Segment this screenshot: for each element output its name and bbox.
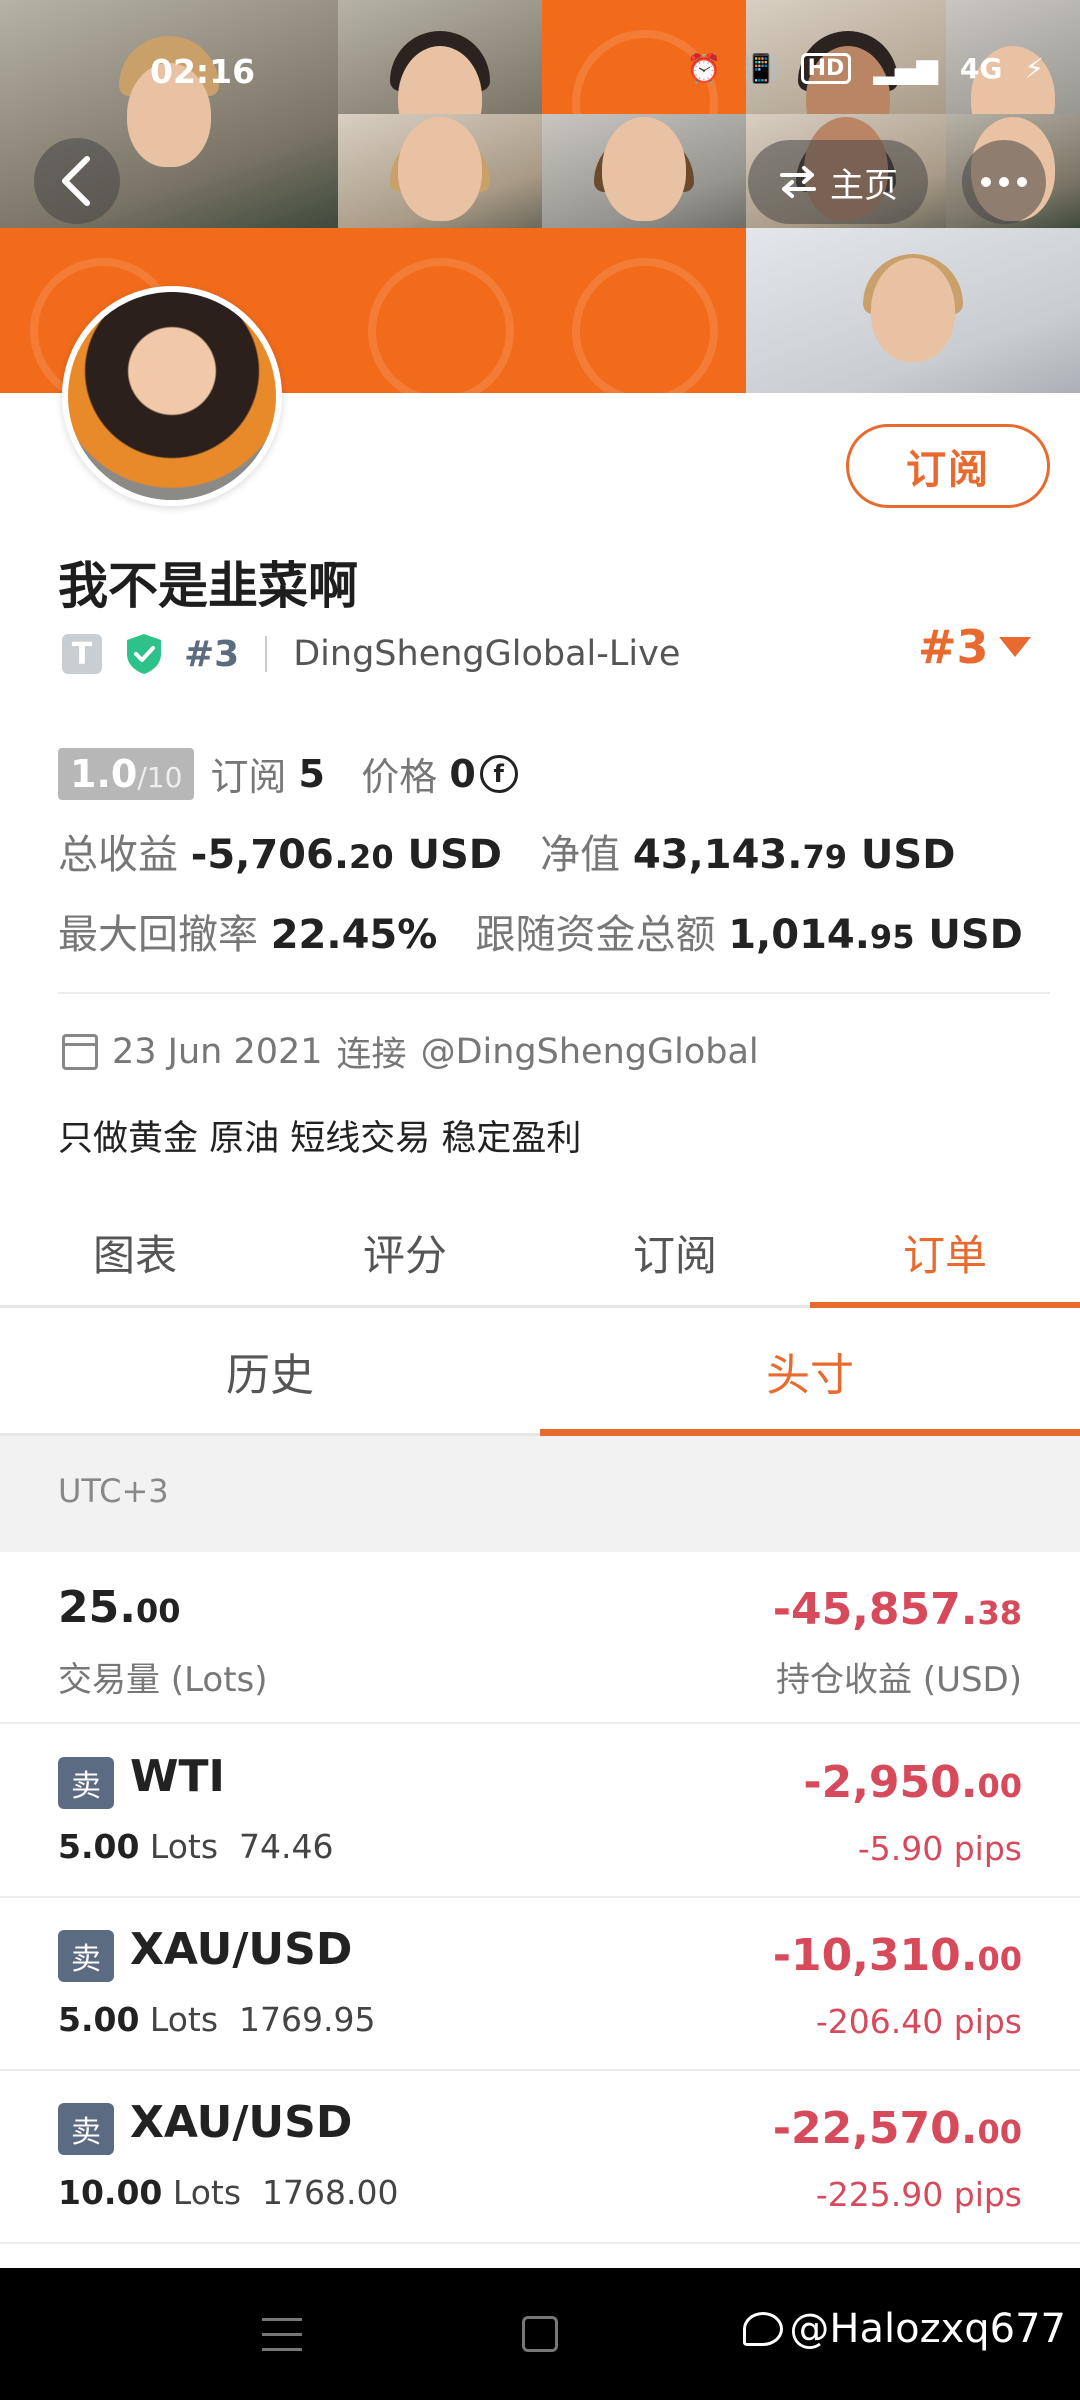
follow-funds-label: 跟随资金总额 (475, 912, 716, 958)
subscribe-button[interactable]: 订阅 (846, 424, 1050, 508)
alarm-icon: ⏰ (686, 52, 722, 85)
drawdown-row: 最大回撤率 22.45% 跟随资金总额 1,014.95 USD (58, 902, 1023, 960)
position-pnl: -2,950.00 (803, 1757, 1022, 1808)
avatar[interactable] (62, 286, 282, 506)
weibo-icon (743, 2312, 784, 2346)
watermark-text: @Halozxq677 (789, 2306, 1066, 2352)
trader-bio: 只做黄金 原油 短线交易 稳定盈利 (58, 1119, 582, 1159)
position-detail: 5.00 Lots 1769.95 (58, 2000, 376, 2039)
network-type: 4G (959, 52, 1003, 85)
hd-icon: HD (800, 53, 852, 84)
subscriptions-value: 5 (298, 751, 325, 796)
swap-icon (780, 166, 816, 198)
subtab-positions[interactable]: 头寸 (540, 1308, 1080, 1436)
watermark: @Halozxq677 (743, 2306, 1066, 2352)
home-nav-button[interactable] (522, 2316, 558, 2352)
equity-label: 净值 (540, 832, 621, 878)
timezone-label: UTC+3 (0, 1436, 1080, 1552)
rank-label: #3 (184, 633, 240, 675)
positions-summary: 25.00 交易量 (Lots) -45,857.38 持仓收益 (USD) (0, 1552, 1080, 1724)
max-drawdown-label: 最大回撤率 (58, 912, 258, 958)
max-drawdown-value: 22.45% (270, 912, 438, 958)
rank-dropdown[interactable]: #3 (918, 620, 1031, 674)
status-time: 02:16 (150, 52, 256, 91)
sell-badge: 卖 (58, 2103, 114, 2155)
system-nav-bar: @Halozxq677 (0, 2268, 1080, 2400)
recent-apps-button[interactable] (262, 2318, 302, 2352)
rank-value: #3 (918, 620, 989, 674)
sell-badge: 卖 (58, 1930, 114, 1982)
connect-date: 23 Jun 2021 (112, 1031, 323, 1072)
banner-photo (542, 114, 746, 228)
position-row[interactable]: 卖 XAU/USD 10.00 Lots 1768.00 -22,570.00 … (0, 2071, 1080, 2244)
tab-orders[interactable]: 订单 (810, 1200, 1080, 1308)
position-pips: -206.40 pips (815, 2002, 1022, 2041)
subscriptions-label: 订阅 (210, 755, 287, 799)
equity-value: 43,143.79 USD (632, 832, 956, 878)
verified-shield-icon (127, 634, 161, 674)
calendar-icon (62, 1033, 98, 1070)
more-button[interactable] (962, 140, 1046, 224)
position-pips: -5.90 pips (857, 1829, 1022, 1868)
follow-funds-value: 1,014.95 USD (728, 912, 1023, 958)
tab-rating[interactable]: 评分 (270, 1200, 540, 1305)
connection-info: 23 Jun 2021 连接 @DingShengGlobal (62, 1026, 759, 1077)
tab-subscriptions[interactable]: 订阅 (540, 1200, 810, 1305)
chevron-left-icon (62, 156, 90, 206)
score-row: 1.0/10 订阅 5 价格 0 f (58, 746, 518, 801)
total-volume: 25.00 (58, 1582, 181, 1633)
position-pips: -225.90 pips (815, 2175, 1022, 2214)
position-row[interactable]: 卖 WTI 5.00 Lots 74.46 -2,950.00 -5.90 pi… (0, 1725, 1080, 1898)
position-detail: 10.00 Lots 1768.00 (58, 2173, 399, 2212)
position-pnl: -10,310.00 (772, 1930, 1022, 1981)
vibrate-icon: 📳 (743, 52, 779, 85)
signal-icon: ▂▄▆ (873, 52, 938, 85)
coin-icon: f (479, 754, 518, 793)
position-pnl: -22,570.00 (772, 2103, 1022, 2154)
trader-name: 我不是韭菜啊 (58, 557, 358, 615)
position-row[interactable]: 卖 XAU/USD 5.00 Lots 1769.95 -10,310.00 -… (0, 1898, 1080, 2071)
score-badge: 1.0/10 (58, 747, 195, 800)
status-bar: 02:16 ⏰ 📳 HD ▂▄▆ 4G ⚡ (0, 40, 1080, 104)
floating-pnl: -45,857.38 (772, 1584, 1022, 1635)
trader-meta: T #3 DingShengGlobal-Live (62, 626, 680, 682)
position-symbol: XAU/USD (130, 1924, 353, 1975)
sell-badge: 卖 (58, 1757, 114, 1809)
main-tabs: 图表 评分 订阅 订单 (0, 1200, 1080, 1308)
connect-account[interactable]: @DingShengGlobal (421, 1032, 759, 1072)
battery-charging-icon: ⚡ (1024, 52, 1044, 85)
home-button[interactable]: 主页 (748, 140, 928, 224)
banner-photo (338, 114, 542, 228)
order-subtabs: 历史 头寸 (0, 1308, 1080, 1436)
tab-chart[interactable]: 图表 (0, 1200, 270, 1305)
total-volume-label: 交易量 (Lots) (58, 1660, 268, 1700)
position-symbol: XAU/USD (130, 2097, 353, 2148)
total-profit-label: 总收益 (58, 832, 178, 878)
banner-photo (746, 228, 1080, 393)
home-button-label: 主页 (830, 165, 898, 206)
profit-row: 总收益 -5,706.20 USD 净值 43,143.79 USD (58, 822, 955, 880)
price-value: 0 (449, 751, 476, 796)
total-profit-value: -5,706.20 USD (190, 832, 503, 878)
price-label: 价格 (361, 755, 438, 799)
triangle-down-icon (998, 637, 1031, 657)
floating-pnl-label: 持仓收益 (USD) (776, 1660, 1022, 1700)
broker-name: DingShengGlobal-Live (293, 634, 681, 674)
position-symbol: WTI (130, 1751, 225, 1802)
position-detail: 5.00 Lots 74.46 (58, 1827, 334, 1866)
account-type-badge: T (62, 634, 102, 674)
subtab-history[interactable]: 历史 (0, 1308, 540, 1433)
back-button[interactable] (34, 138, 120, 224)
connect-label: 连接 (336, 1035, 407, 1075)
